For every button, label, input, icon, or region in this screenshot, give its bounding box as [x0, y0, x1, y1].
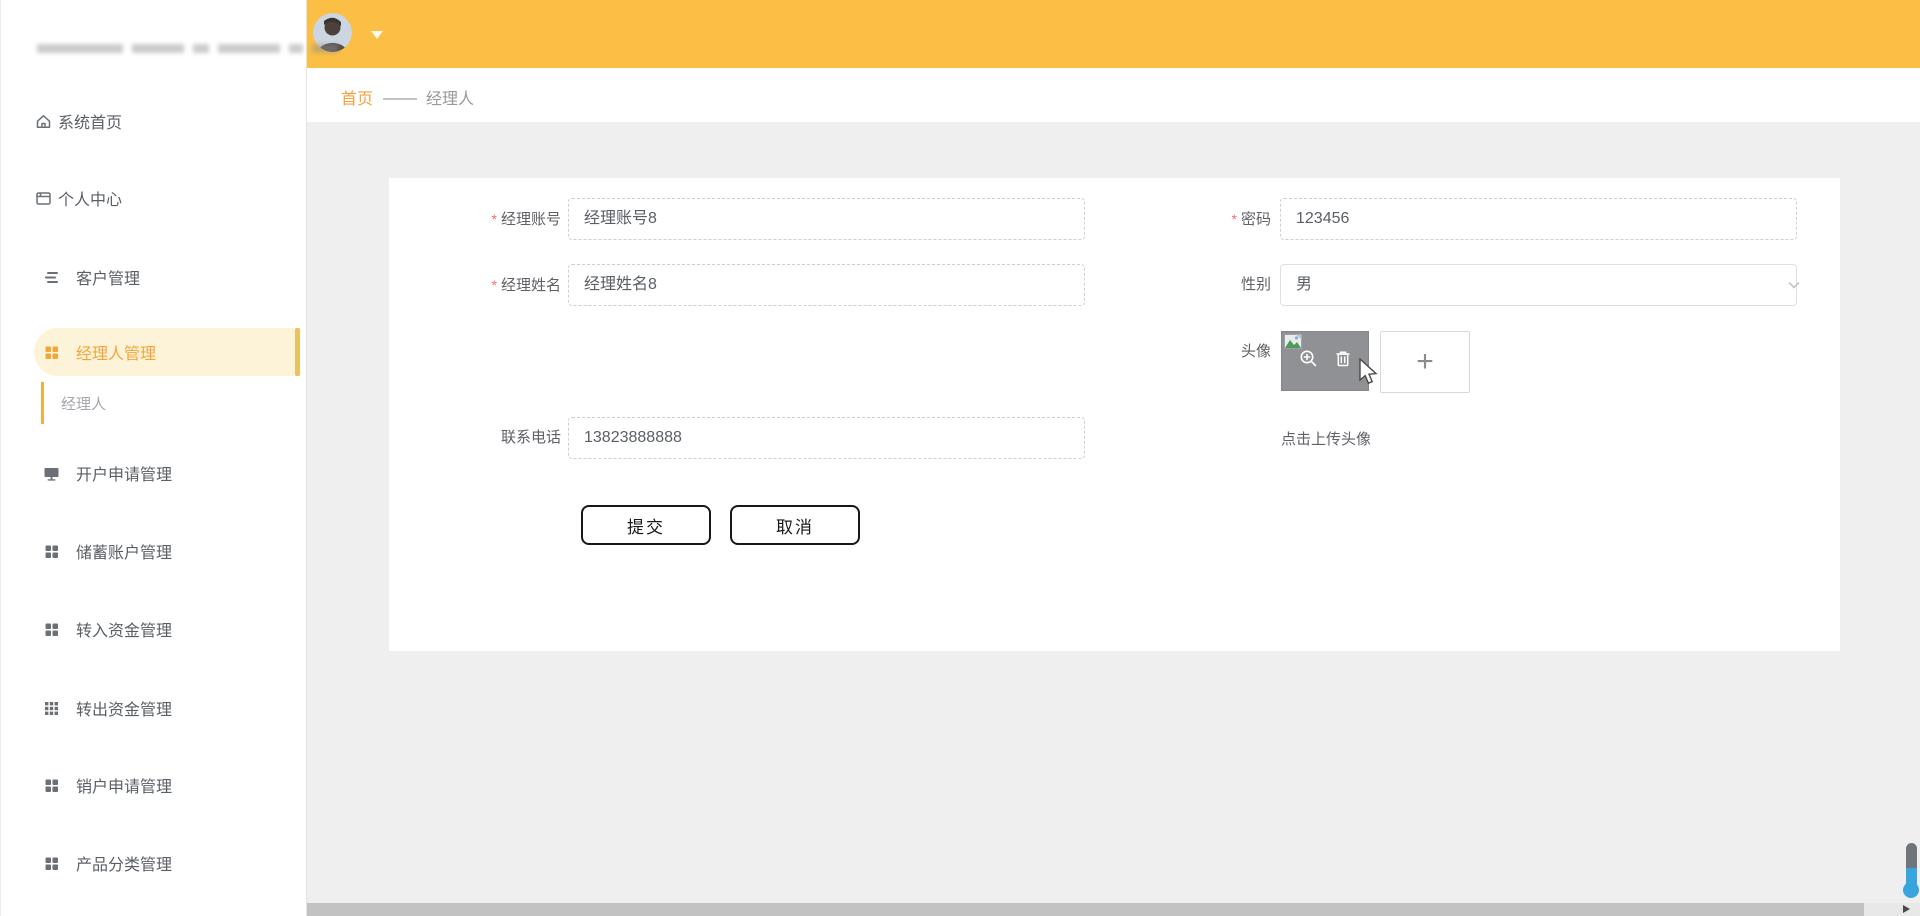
grid9-icon	[43, 700, 60, 717]
user-menu-caret-icon[interactable]	[371, 31, 383, 39]
gender-label: 性别	[1141, 264, 1271, 306]
sidebar-item-label: 系统首页	[58, 109, 122, 133]
submenu-indicator-line	[41, 382, 44, 424]
breadcrumb-home-link[interactable]: 首页	[341, 85, 373, 109]
topbar	[305, 0, 1920, 68]
sidebar-item-label: 销户申请管理	[76, 773, 172, 797]
submit-button[interactable]: 提交	[581, 505, 711, 545]
breadcrumb-current: 经理人	[426, 85, 474, 109]
breadcrumb: 首页 经理人	[305, 68, 1920, 122]
scroll-widget-knob[interactable]	[1903, 882, 1919, 898]
app-logo-blurred	[37, 44, 338, 53]
sidebar-item-personal-center[interactable]: 个人中心	[1, 185, 306, 211]
gender-select[interactable]: 男	[1280, 264, 1797, 306]
sidebar-item-label: 客户管理	[76, 265, 140, 289]
password-label: *密码	[1141, 198, 1271, 240]
sidebar-item-account-open-mgmt[interactable]: 开户申请管理	[1, 460, 306, 486]
active-item-indicator	[295, 328, 300, 376]
avatar-thumbnail[interactable]	[1281, 331, 1369, 391]
sidebar-subitem-manager[interactable]: 经理人	[61, 390, 106, 416]
cancel-button[interactable]: 取消	[730, 505, 860, 545]
sidebar-item-transfer-in-mgmt[interactable]: 转入资金管理	[1, 616, 306, 642]
manager-name-input[interactable]: 经理姓名8	[568, 264, 1085, 306]
list-icon	[43, 269, 60, 286]
required-asterisk: *	[492, 211, 497, 227]
horizontal-scrollbar-thumb[interactable]	[306, 903, 1864, 916]
sidebar-item-system-home[interactable]: 系统首页	[1, 108, 306, 134]
sidebar-item-product-category-mgmt[interactable]: 产品分类管理	[1, 850, 306, 876]
sidebar-item-account-close-mgmt[interactable]: 销户申请管理	[1, 772, 306, 798]
grid-icon	[43, 543, 60, 560]
sidebar: 系统首页 个人中心 客户管理 经理人管理 经理人	[0, 0, 307, 916]
mouse-cursor	[1358, 358, 1380, 391]
manager-account-label: *经理账号	[431, 198, 561, 240]
sidebar-item-label: 转入资金管理	[76, 617, 172, 641]
required-asterisk: *	[492, 277, 497, 293]
sidebar-item-label: 转出资金管理	[76, 696, 172, 720]
required-asterisk: *	[1232, 211, 1237, 227]
sidebar-item-label: 产品分类管理	[76, 851, 172, 875]
app-window: 系统首页 个人中心 客户管理 经理人管理 经理人	[0, 0, 1920, 916]
sidebar-item-customer-mgmt[interactable]: 客户管理	[1, 264, 306, 290]
plus-icon: +	[1416, 347, 1434, 377]
sidebar-item-label: 经理人	[61, 393, 106, 414]
password-input[interactable]: 123456	[1280, 198, 1797, 240]
grid-icon	[43, 777, 60, 794]
sidebar-item-label: 储蓄账户管理	[76, 539, 172, 563]
grid-icon	[43, 344, 60, 361]
sidebar-item-manager-mgmt[interactable]: 经理人管理	[34, 328, 300, 376]
sidebar-item-label: 开户申请管理	[76, 461, 172, 485]
chevron-down-icon	[1786, 277, 1802, 298]
phone-label: 联系电话	[431, 417, 561, 459]
upload-hint-text: 点击上传头像	[1281, 428, 1371, 449]
breadcrumb-separator	[383, 98, 417, 100]
scroll-right-arrow-icon[interactable]	[1903, 905, 1910, 913]
sidebar-item-label: 个人中心	[58, 186, 122, 210]
delete-trash-icon[interactable]	[1334, 349, 1352, 373]
phone-input[interactable]: 13823888888	[568, 417, 1085, 459]
avatar-label: 头像	[1141, 331, 1271, 373]
grid-icon	[43, 855, 60, 872]
sidebar-item-label: 经理人管理	[76, 340, 156, 364]
sidebar-item-savings-mgmt[interactable]: 储蓄账户管理	[1, 538, 306, 564]
sidebar-item-transfer-out-mgmt[interactable]: 转出资金管理	[1, 695, 306, 721]
vertical-scroll-widget[interactable]	[1906, 843, 1917, 891]
personal-center-icon	[35, 190, 52, 207]
manager-account-input[interactable]: 经理账号8	[568, 198, 1085, 240]
grid-icon	[43, 621, 60, 638]
image-placeholder-icon	[1284, 334, 1302, 354]
horizontal-scrollbar	[305, 903, 1920, 916]
avatar-upload-button[interactable]: +	[1380, 331, 1470, 393]
manager-form-card	[389, 178, 1840, 651]
home-icon	[35, 113, 52, 130]
manager-name-label: *经理姓名	[431, 264, 561, 306]
monitor-icon	[43, 465, 60, 482]
